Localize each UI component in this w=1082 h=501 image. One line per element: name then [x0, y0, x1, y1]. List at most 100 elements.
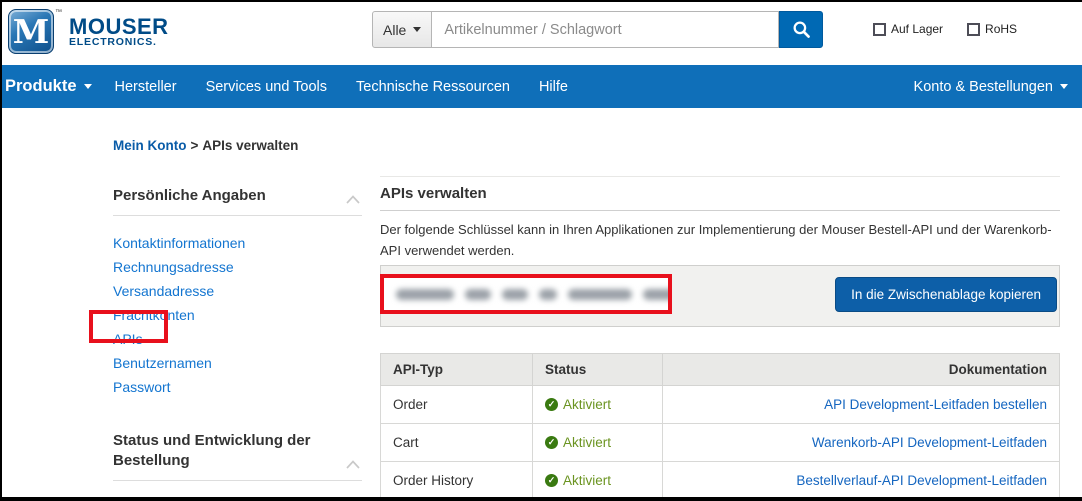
checkbox-label: Auf Lager [891, 22, 943, 36]
sidebar-section-title[interactable]: Status und Entwicklung der Bestellung [113, 431, 362, 471]
breadcrumb-separator: > [191, 138, 199, 153]
column-header-dokumentation: Dokumentation [663, 354, 1060, 386]
documentation-link[interactable]: Warenkorb-API Development-Leitfaden [812, 435, 1047, 450]
search-category-dropdown[interactable]: Alle [372, 11, 432, 48]
documentation-link[interactable]: Bestellverlauf-API Development-Leitfaden [796, 473, 1047, 488]
nav-item-label: Hersteller [115, 79, 177, 95]
documentation-link[interactable]: API Development-Leitfaden bestellen [824, 397, 1047, 412]
sidebar-list-item: Frachtkonten [113, 308, 362, 323]
checkbox-icon[interactable] [873, 23, 886, 36]
api-type-cell: Order [381, 386, 533, 424]
search-bar: Alle [372, 11, 823, 48]
sidebar-list-item: Kontaktinformationen [113, 236, 362, 251]
filter-checkbox[interactable]: RoHS [967, 22, 1017, 36]
chevron-up-icon[interactable] [346, 195, 360, 204]
logo-subtitle: ELECTRONICS. [69, 36, 169, 48]
table-row: Cart ✓ Aktiviert Warenkorb-API Developme… [381, 424, 1060, 462]
documentation-cell: Warenkorb-API Development-Leitfaden [663, 424, 1060, 462]
nav-item-label: Technische Ressourcen [356, 79, 510, 95]
api-type-cell: Order History [381, 462, 533, 500]
checkbox-icon[interactable] [967, 23, 980, 36]
sidebar-list-item: Passwort [113, 380, 362, 395]
api-table-header: API-Typ Status Dokumentation [381, 354, 1060, 386]
search-input[interactable] [432, 11, 779, 48]
trademark-symbol: ™ [55, 9, 62, 16]
sidebar-link-kontaktinformationen[interactable]: Kontaktinformationen [113, 235, 245, 251]
table-row: Order History ✓ Aktiviert Bestellverlauf… [381, 462, 1060, 500]
nav-item[interactable]: Technische Ressourcen [356, 79, 510, 95]
check-circle-icon: ✓ [545, 398, 558, 411]
main-navigation: Produkte Hersteller Services und Tools T… [0, 65, 1082, 108]
nav-items: Produkte Hersteller Services und Tools T… [0, 77, 597, 96]
search-button[interactable] [779, 11, 823, 48]
mouser-account-page: M ™ MOUSER ELECTRONICS. Alle Auf Lager [0, 0, 1082, 501]
sidebar-link-versandadresse[interactable]: Versandadresse [113, 283, 214, 299]
status-cell: ✓ Aktiviert [533, 424, 663, 462]
sidebar-section-title[interactable]: Persönliche Angaben [113, 186, 362, 206]
check-circle-icon: ✓ [545, 474, 558, 487]
chevron-down-icon [413, 27, 421, 32]
sidebar-list-item: Rechnungsadresse [113, 260, 362, 275]
mouser-logo-mark: M [8, 9, 54, 54]
sidebar-divider [113, 215, 362, 216]
sidebar-link-frachtkonten[interactable]: Frachtkonten [113, 307, 195, 323]
nav-account-label: Konto & Bestellungen [914, 79, 1053, 95]
window-edge-bottom [0, 497, 1082, 501]
breadcrumb-link-mein-konto[interactable]: Mein Konto [113, 138, 187, 153]
nav-account-menu[interactable]: Konto & Bestellungen [914, 79, 1082, 95]
nav-item[interactable]: Hersteller [115, 79, 177, 95]
sidebar-list-item: Versandadresse [113, 284, 362, 299]
status-cell: ✓ Aktiviert [533, 386, 663, 424]
column-header-api-typ: API-Typ [381, 354, 533, 386]
sidebar-divider [113, 480, 362, 481]
chevron-down-icon [84, 84, 92, 89]
nav-item-label: Produkte [5, 77, 77, 96]
sidebar-link-passwort[interactable]: Passwort [113, 379, 171, 395]
sidebar-section-order-status: Status und Entwicklung der Bestellung Be… [113, 431, 362, 501]
nav-item[interactable]: Hilfe [539, 79, 568, 95]
nav-item[interactable]: Services und Tools [206, 79, 327, 95]
site-header: M ™ MOUSER ELECTRONICS. Alle Auf Lager [2, 2, 1082, 65]
column-header-status: Status [533, 354, 663, 386]
api-key-redacted-value [384, 289, 672, 300]
api-table: API-Typ Status Dokumentation Order ✓ Akt… [380, 353, 1060, 500]
window-edge-left [0, 0, 2, 501]
breadcrumb-current: APIs verwalten [202, 138, 298, 153]
chevron-down-icon [1060, 84, 1068, 89]
account-sidebar: Persönliche Angaben Kontaktinformationen… [113, 186, 362, 501]
filter-checkbox[interactable]: Auf Lager [873, 22, 943, 36]
breadcrumb: Mein Konto >APIs verwalten [113, 138, 298, 153]
search-icon [792, 20, 811, 39]
nav-item[interactable]: Produkte [5, 77, 92, 96]
mouser-logo-text: MOUSER ELECTRONICS. [69, 9, 169, 48]
api-type-cell: Cart [381, 424, 533, 462]
window-edge-top [0, 0, 1082, 2]
sidebar-list-item: APIs [113, 332, 362, 347]
logo-title: MOUSER [69, 17, 169, 36]
panel-top-border [380, 176, 1060, 177]
mouser-logo[interactable]: M ™ MOUSER ELECTRONICS. [8, 9, 169, 54]
api-table-body: Order ✓ Aktiviert API Development-Leitfa… [381, 386, 1060, 500]
checkbox-label: RoHS [985, 22, 1017, 36]
sidebar-link-rechnungsadresse[interactable]: Rechnungsadresse [113, 259, 234, 275]
copy-to-clipboard-button[interactable]: In die Zwischenablage kopieren [835, 277, 1057, 312]
documentation-cell: API Development-Leitfaden bestellen [663, 386, 1060, 424]
check-circle-icon: ✓ [545, 436, 558, 449]
sidebar-section-personal: Persönliche Angaben Kontaktinformationen… [113, 186, 362, 395]
sidebar-link-benutzernamen[interactable]: Benutzernamen [113, 355, 212, 371]
api-table-header-row: API-Typ Status Dokumentation [381, 354, 1060, 386]
sidebar-link-apis[interactable]: APIs [113, 331, 143, 347]
title-divider [380, 210, 1060, 211]
sidebar-list-item: Benutzernamen [113, 356, 362, 371]
chevron-up-icon[interactable] [346, 460, 360, 469]
nav-item-label: Services und Tools [206, 79, 327, 95]
page-title: APIs verwalten [380, 185, 1060, 202]
status-label: Aktiviert [563, 397, 611, 412]
api-key-panel: In die Zwischenablage kopieren [380, 265, 1060, 327]
api-key-field-annotation-box [380, 274, 672, 314]
api-management-panel: APIs verwalten Der folgende Schlüssel ka… [380, 176, 1060, 500]
status-label: Aktiviert [563, 473, 611, 488]
status-label: Aktiviert [563, 435, 611, 450]
status-cell: ✓ Aktiviert [533, 462, 663, 500]
nav-item-label: Hilfe [539, 79, 568, 95]
